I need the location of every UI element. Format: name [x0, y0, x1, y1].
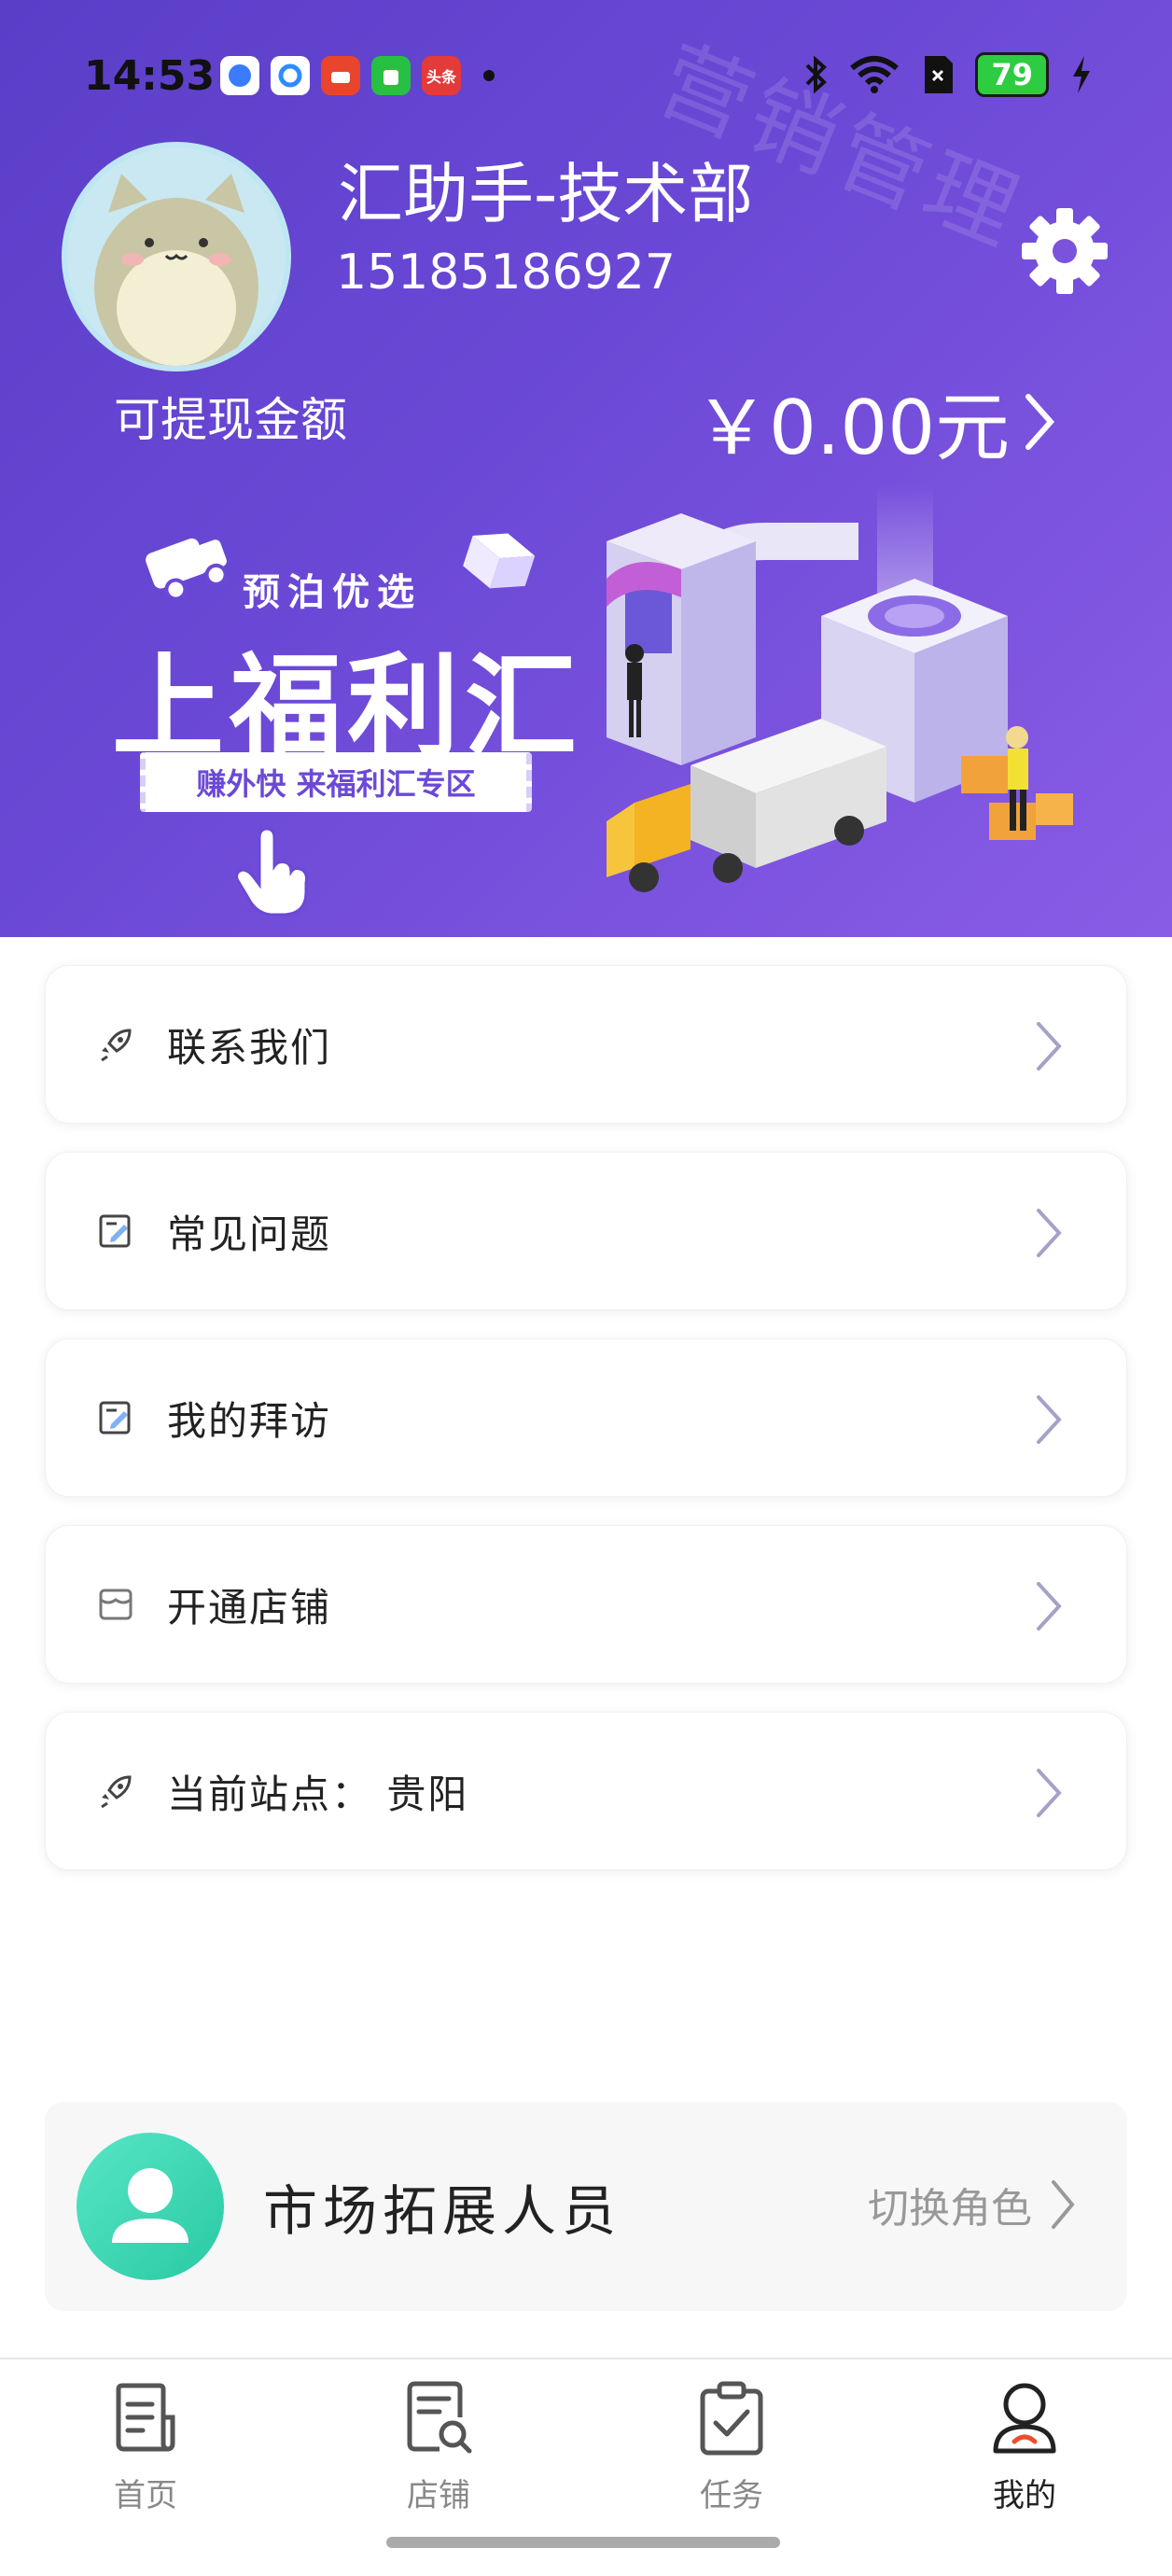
home-indicator — [386, 2537, 780, 2548]
banner-tag: 赚外快 来福利汇专区 — [140, 752, 532, 812]
chevron-right-icon — [1037, 1769, 1062, 1817]
bag-app-icon — [371, 56, 411, 95]
tab-label: 我的 — [993, 2477, 1056, 2514]
withdraw-amount-link[interactable]: ￥0.00元 — [694, 368, 1060, 476]
tab-label: 店铺 — [407, 2477, 470, 2514]
store-search-icon — [407, 2381, 472, 2454]
more-dot-icon — [483, 70, 495, 81]
profile-header: 营销管理 14:53 头条 79 汇助手-技术部 15185186927 可提现… — [0, 0, 1172, 937]
menu-item-current-site[interactable]: 当前站点： 贵阳 — [45, 1712, 1127, 1870]
sim-icon — [925, 56, 954, 93]
home-doc-icon — [116, 2383, 175, 2452]
promo-banner[interactable]: 预泊优选 上福利汇 赚外快 来福利汇专区 — [0, 485, 1172, 937]
withdraw-amount-value: ￥0.00元 — [694, 385, 1011, 471]
chevron-right-icon — [1037, 1395, 1062, 1444]
tab-home[interactable]: 首页 — [71, 2380, 220, 2515]
menu-item-open-store[interactable]: 开通店铺 — [45, 1525, 1127, 1684]
toutiao-app-icon: 头条 — [422, 56, 461, 95]
menu-item-label: 开通店铺 — [167, 1584, 332, 1631]
status-right-icons: 79 — [803, 52, 1094, 97]
menu-item-label: 当前站点： 贵阳 — [167, 1771, 469, 1817]
cart-app-icon — [321, 56, 360, 95]
chevron-right-icon — [1037, 1582, 1062, 1631]
status-time: 14:53 — [84, 52, 216, 100]
menu-item-contact-us[interactable]: 联系我们 — [45, 965, 1127, 1124]
menu-item-label: 我的拜访 — [167, 1397, 332, 1444]
switch-role-button[interactable]: 切换角色 — [868, 2175, 1077, 2234]
cat-avatar-icon — [67, 147, 286, 366]
role-name: 市场拓展人员 — [263, 2179, 622, 2243]
tab-store[interactable]: 店铺 — [364, 2380, 513, 2515]
gear-icon — [1022, 208, 1108, 294]
username: 汇助手-技术部 — [338, 156, 754, 232]
role-avatar — [77, 2133, 224, 2280]
status-bar: 14:53 头条 79 — [0, 0, 1172, 159]
tab-label: 首页 — [114, 2477, 177, 2514]
q-app-icon — [271, 56, 310, 95]
edit-doc-icon — [99, 1401, 131, 1435]
role-card: 市场拓展人员 切换角色 — [45, 2102, 1127, 2311]
menu-list: 联系我们 常见问题 我的拜访 开通店铺 当前站点： 贵阳 — [45, 965, 1127, 1898]
switch-role-label: 切换角色 — [868, 2185, 1032, 2233]
chevron-right-icon — [1037, 1209, 1062, 1257]
avatar[interactable] — [62, 142, 291, 371]
tab-mine[interactable]: 我的 — [950, 2380, 1099, 2515]
status-app-icons: 头条 — [220, 56, 495, 95]
tab-tasks[interactable]: 任务 — [657, 2380, 806, 2515]
box-sticker-icon — [463, 533, 536, 589]
user-icon — [993, 2383, 1056, 2454]
tab-label: 任务 — [700, 2477, 763, 2514]
edit-doc-icon — [99, 1214, 131, 1248]
blue-circle-app-icon — [220, 56, 259, 95]
menu-item-my-visits[interactable]: 我的拜访 — [45, 1338, 1127, 1497]
phone-number: 15185186927 — [336, 245, 676, 301]
menu-item-label: 常见问题 — [167, 1211, 332, 1257]
bluetooth-icon — [806, 55, 828, 94]
chevron-right-icon — [1037, 1022, 1062, 1071]
wifi-icon — [850, 56, 900, 93]
user-silhouette-icon — [112, 2168, 188, 2243]
rocket-icon — [101, 1029, 132, 1062]
truck-sticker-icon — [146, 538, 228, 601]
menu-item-faq[interactable]: 常见问题 — [45, 1152, 1127, 1310]
chevron-right-icon — [1052, 2180, 1075, 2229]
hand-pointer-icon — [235, 827, 308, 917]
warehouse-illustration — [607, 485, 1073, 892]
menu-item-label: 联系我们 — [167, 1024, 332, 1071]
banner-subtitle: 预泊优选 — [243, 571, 422, 614]
clipboard-check-icon — [700, 2381, 763, 2456]
battery-indicator: 79 — [975, 52, 1049, 97]
charging-icon — [1073, 56, 1090, 93]
chevron-right-icon — [1026, 394, 1055, 450]
rocket-icon — [101, 1775, 132, 1809]
settings-button[interactable] — [1021, 207, 1109, 295]
store-icon — [99, 1589, 133, 1620]
withdraw-label: 可提现金额 — [114, 393, 347, 447]
